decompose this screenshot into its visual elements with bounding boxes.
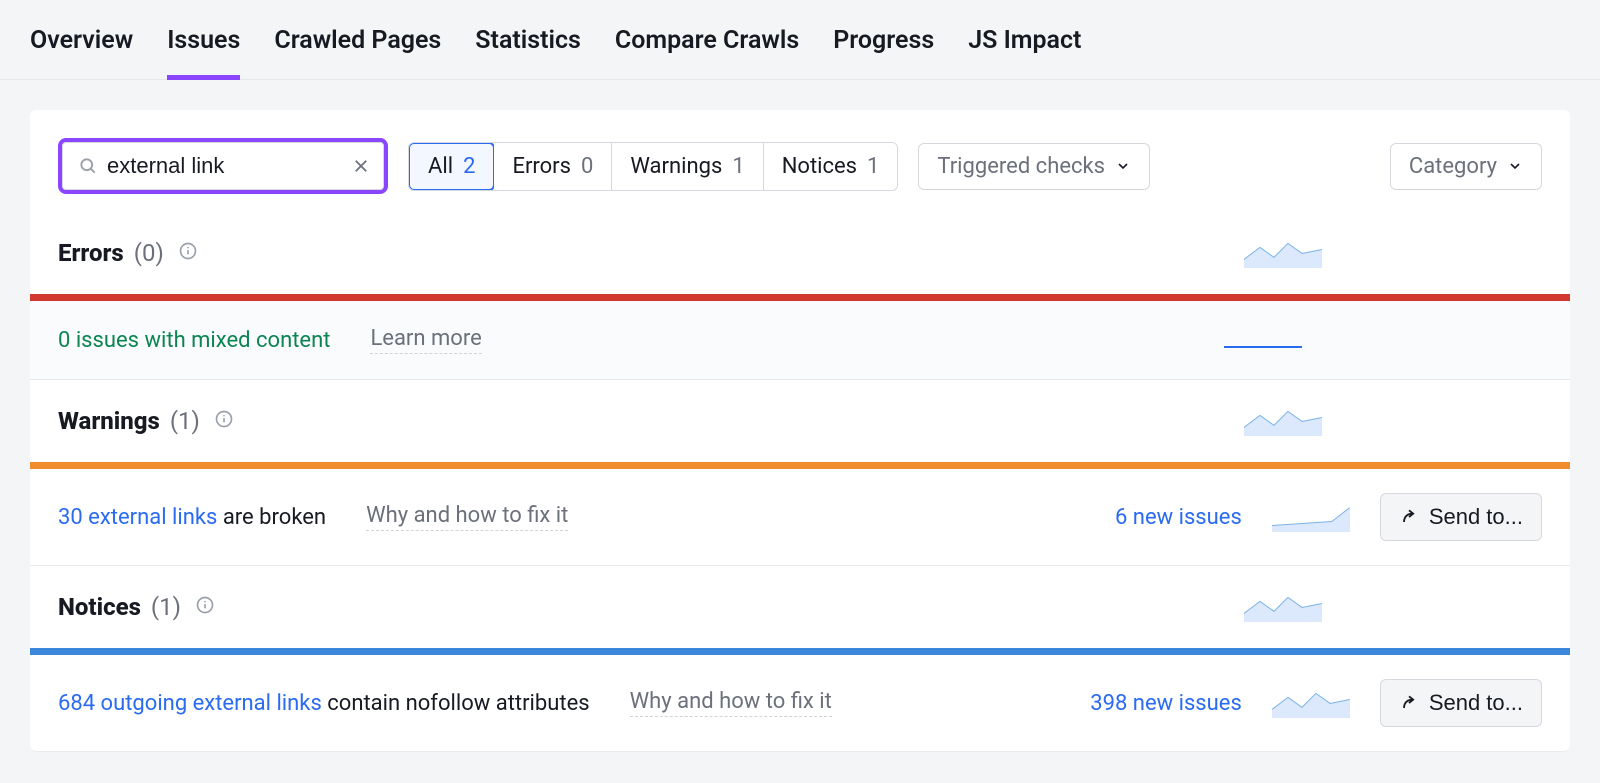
share-arrow-icon [1399,507,1419,527]
issue-rest: are broken [217,505,326,530]
new-issues[interactable]: 6 new issues [1115,505,1242,530]
seg-label: Warnings [630,154,722,179]
section-title: Errors [58,239,124,267]
issue-text: 684 outgoing external links contain nofo… [58,691,590,716]
info-icon[interactable] [195,595,215,615]
section-title: Warnings [58,407,160,435]
sparkline [1272,502,1350,532]
seg-count: 1 [867,154,879,179]
chevron-down-icon [1507,158,1523,174]
filter-bar: All 2 Errors 0 Warnings 1 Notices 1 Trig… [30,110,1570,212]
clear-search-icon[interactable] [352,157,370,175]
issue-text: 0 issues with mixed content [58,328,330,353]
tab-statistics[interactable]: Statistics [475,26,581,79]
learn-more-link[interactable]: Learn more [370,326,481,354]
seg-all[interactable]: All 2 [408,142,495,191]
seg-notices[interactable]: Notices 1 [764,143,898,190]
sparkline [1272,688,1350,718]
search-icon [78,156,98,176]
sparkline [1244,406,1322,436]
issue-rest: contain nofollow attributes [322,691,590,716]
section-count: (0) [134,239,164,267]
search-box [58,138,388,194]
tab-issues[interactable]: Issues [167,26,240,79]
how-to-fix-link[interactable]: Why and how to fix it [630,689,832,717]
severity-segment: All 2 Errors 0 Warnings 1 Notices 1 [408,142,898,191]
row-mixed-content: 0 issues with mixed content Learn more [30,301,1570,380]
sparkline-flat [1224,325,1302,355]
row-broken-links: 30 external links are broken Why and how… [30,469,1570,566]
seg-label: All [428,154,453,179]
section-count: (1) [151,593,181,621]
triggered-checks-dropdown[interactable]: Triggered checks [918,143,1150,190]
search-input[interactable] [105,152,341,180]
section-errors-header: Errors (0) [30,212,1570,294]
notices-rule [30,648,1570,655]
send-to-button[interactable]: Send to... [1380,493,1542,541]
section-title: Notices [58,593,141,621]
seg-warnings[interactable]: Warnings 1 [612,143,763,190]
errors-rule [30,294,1570,301]
section-count: (1) [170,407,200,435]
button-label: Send to... [1429,504,1523,530]
how-to-fix-link[interactable]: Why and how to fix it [366,503,568,531]
tab-crawled-pages[interactable]: Crawled Pages [274,26,441,79]
seg-count: 0 [581,154,593,179]
tab-progress[interactable]: Progress [833,26,934,79]
issue-link[interactable]: 684 outgoing external links [58,691,322,716]
seg-label: Errors [512,154,571,179]
seg-errors[interactable]: Errors 0 [494,143,612,190]
section-notices-header: Notices (1) [30,566,1570,648]
top-tabs: Overview Issues Crawled Pages Statistics… [0,0,1600,80]
category-dropdown[interactable]: Category [1390,143,1542,190]
issues-card: All 2 Errors 0 Warnings 1 Notices 1 Trig… [30,110,1570,751]
chevron-down-icon [1115,158,1131,174]
button-label: Send to... [1429,690,1523,716]
send-to-button[interactable]: Send to... [1380,679,1542,727]
issue-link[interactable]: 30 external links [58,505,217,530]
tab-compare-crawls[interactable]: Compare Crawls [615,26,799,79]
tab-js-impact[interactable]: JS Impact [968,26,1081,79]
info-icon[interactable] [178,241,198,261]
dd-label: Category [1409,154,1497,179]
seg-label: Notices [782,154,857,179]
section-warnings-header: Warnings (1) [30,380,1570,462]
new-issues[interactable]: 398 new issues [1090,691,1242,716]
seg-count: 1 [732,154,744,179]
row-nofollow: 684 outgoing external links contain nofo… [30,655,1570,751]
share-arrow-icon [1399,693,1419,713]
info-icon[interactable] [214,409,234,429]
tab-overview[interactable]: Overview [30,26,133,79]
sparkline [1244,592,1322,622]
warnings-rule [30,462,1570,469]
seg-count: 2 [463,154,475,179]
issue-text: 30 external links are broken [58,505,326,530]
dd-label: Triggered checks [937,154,1105,179]
sparkline [1244,238,1322,268]
